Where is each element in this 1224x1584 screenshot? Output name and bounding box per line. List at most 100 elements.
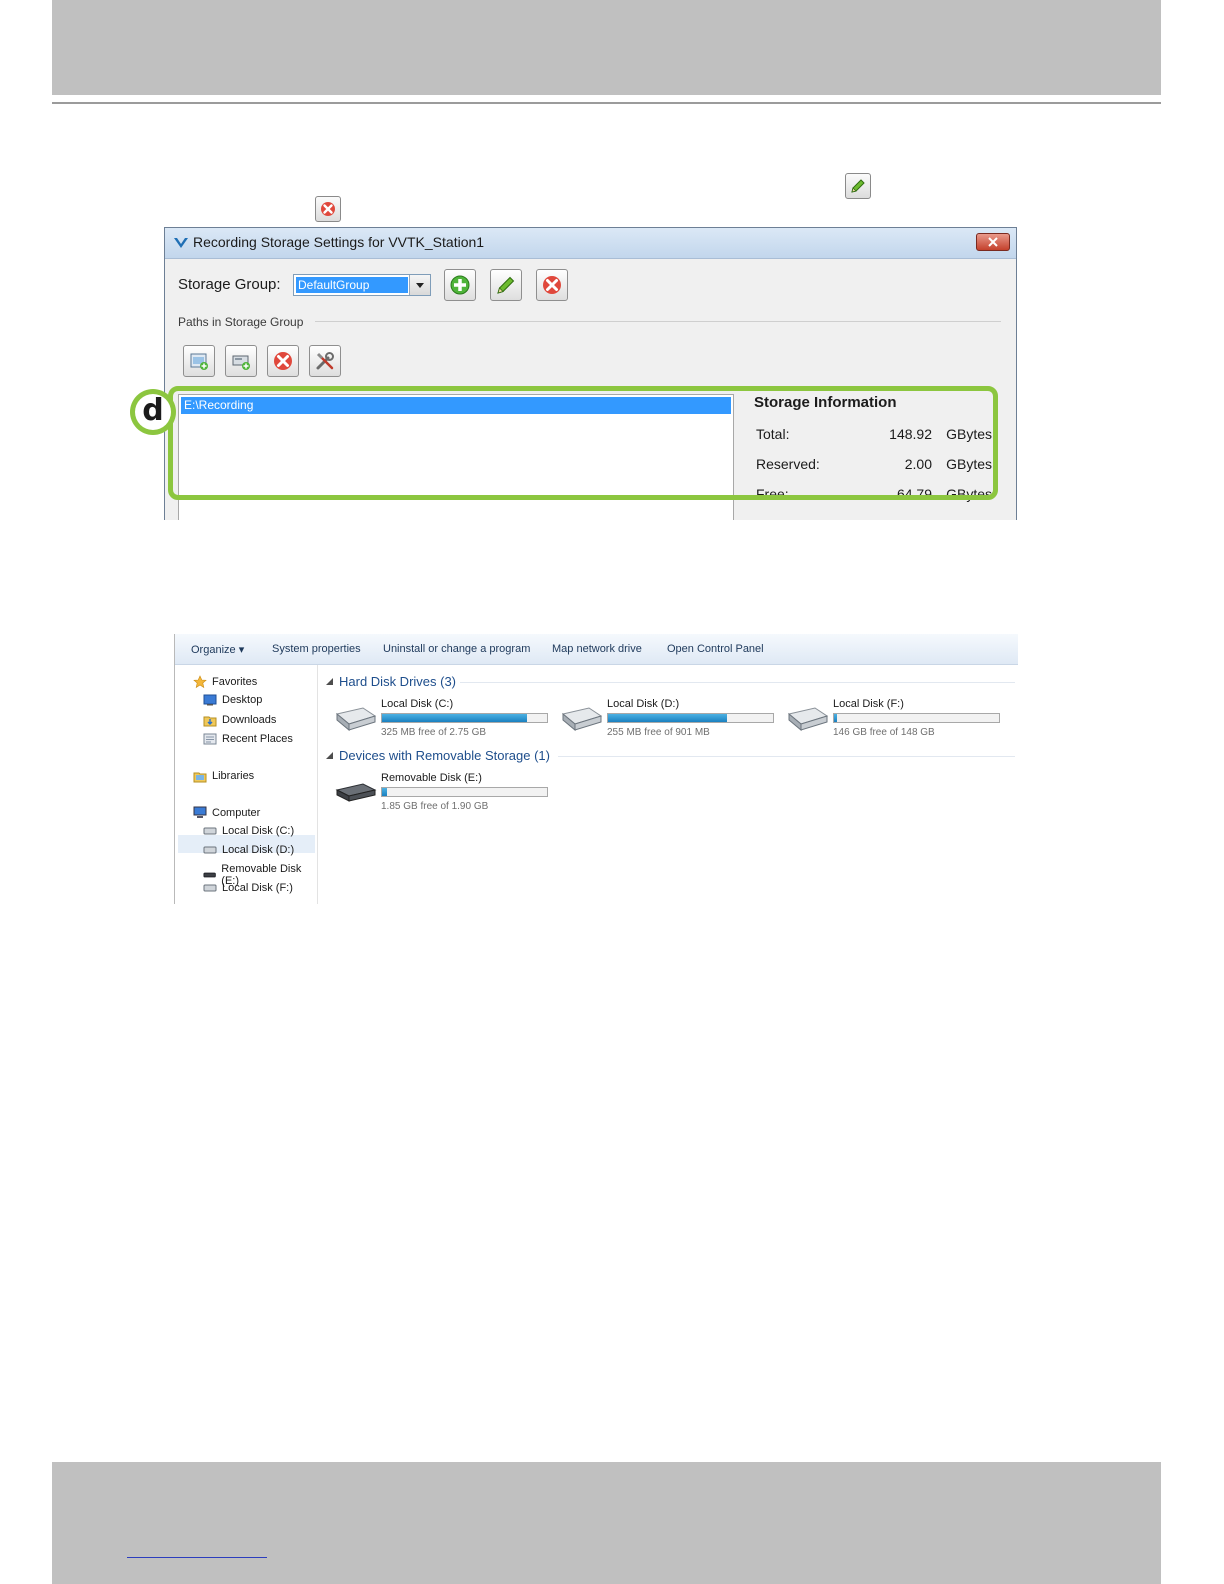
hard-drive-icon (561, 707, 603, 732)
footer-band (52, 1462, 1161, 1584)
nav-label: Desktop (222, 694, 263, 706)
edit-icon (497, 276, 515, 294)
drive-usage-fill (834, 714, 838, 722)
libraries-icon (193, 772, 207, 783)
drive-name: Local Disk (C:) (381, 698, 454, 710)
section-divider (558, 756, 1015, 757)
nav-label: Libraries (212, 770, 255, 782)
hard-drive-icon (203, 884, 217, 892)
nav-drive-f[interactable]: Local Disk (F:) (203, 882, 293, 894)
highlight-frame (168, 386, 998, 500)
header-band (52, 0, 1161, 95)
section-divider (460, 682, 1015, 683)
drive-tile-c[interactable]: Local Disk (C:) 325 MB free of 2.75 GB (333, 698, 553, 738)
navigation-pane: Favorites Desktop Downloads Recent Place… (175, 665, 318, 904)
drive-free-text: 325 MB free of 2.75 GB (381, 727, 487, 738)
organize-button[interactable]: Organize ▾ (191, 643, 244, 656)
header-rule (52, 102, 1161, 104)
footer-link-underline (127, 1557, 267, 1558)
drive-tile-e[interactable]: Removable Disk (E:) 1.85 GB free of 1.90… (333, 772, 553, 812)
delete-group-button[interactable] (536, 269, 568, 301)
tools-icon (316, 352, 334, 370)
edit-icon (845, 173, 871, 199)
add-drive-icon (232, 355, 250, 370)
delete-icon (274, 352, 292, 370)
add-group-button[interactable] (444, 269, 476, 301)
nav-recent-places[interactable]: Recent Places (203, 732, 293, 746)
path-settings-button[interactable] (309, 345, 341, 377)
close-button[interactable] (976, 233, 1010, 251)
storage-group-select[interactable]: DefaultGroup (293, 274, 431, 296)
storage-group-value: DefaultGroup (296, 277, 408, 293)
delete-icon (315, 196, 341, 222)
drive-usage-bar (607, 713, 774, 723)
drive-usage-fill (382, 788, 387, 796)
drive-usage-fill (382, 714, 528, 722)
drive-name: Local Disk (F:) (833, 698, 904, 710)
removable-section-header[interactable]: Devices with Removable Storage (1) (326, 748, 550, 763)
dialog-title: Recording Storage Settings for VVTK_Stat… (193, 234, 485, 250)
nav-label: Favorites (212, 676, 258, 688)
drive-free-text: 1.85 GB free of 1.90 GB (381, 801, 489, 812)
add-icon (450, 275, 470, 295)
removable-drive-icon (203, 872, 216, 878)
nav-label: Downloads (222, 714, 277, 726)
section-title: Hard Disk Drives (3) (339, 674, 457, 689)
nav-label: Recent Places (222, 733, 293, 745)
desktop-icon (203, 694, 217, 706)
hard-drive-icon (203, 846, 217, 854)
nav-drive-d[interactable]: Local Disk (D:) (203, 844, 294, 856)
close-icon (988, 237, 998, 247)
edit-group-button[interactable] (490, 269, 522, 301)
open-control-panel-button[interactable]: Open Control Panel (667, 643, 764, 655)
computer-icon (193, 806, 207, 818)
nav-libraries[interactable]: Libraries (193, 769, 254, 783)
dialog-titlebar: Recording Storage Settings for VVTK_Stat… (165, 228, 1016, 259)
drive-usage-bar (381, 713, 548, 723)
drive-usage-bar (833, 713, 1000, 723)
system-properties-button[interactable]: System properties (272, 643, 361, 655)
drive-free-text: 255 MB free of 901 MB (607, 727, 710, 738)
add-path-button[interactable] (183, 345, 215, 377)
drive-name: Removable Disk (E:) (381, 772, 482, 784)
recent-places-icon (203, 733, 217, 745)
add-folder-icon (190, 353, 208, 370)
callout-label: d (142, 392, 164, 428)
nav-computer[interactable]: Computer (193, 806, 260, 819)
storage-group-label: Storage Group: (178, 276, 281, 293)
app-logo-icon (173, 235, 189, 255)
drive-usage-bar (381, 787, 548, 797)
explorer-command-bar: Organize ▾ System properties Uninstall o… (175, 634, 1018, 665)
nav-favorites[interactable]: Favorites (193, 675, 257, 689)
drive-tile-d[interactable]: Local Disk (D:) 255 MB free of 901 MB (559, 698, 779, 738)
nav-downloads[interactable]: Downloads (203, 713, 276, 727)
drive-name: Local Disk (D:) (607, 698, 680, 710)
hard-drive-icon (335, 707, 377, 732)
nav-label: Local Disk (F:) (222, 882, 293, 894)
downloads-icon (203, 716, 217, 727)
drive-tile-f[interactable]: Local Disk (F:) 146 GB free of 148 GB (785, 698, 1005, 738)
explorer-window: Organize ▾ System properties Uninstall o… (174, 634, 1018, 904)
hard-drive-icon (787, 707, 829, 732)
star-icon (193, 675, 207, 689)
map-network-drive-button[interactable]: Map network drive (552, 643, 642, 655)
nav-label: Local Disk (C:) (222, 825, 295, 837)
uninstall-program-button[interactable]: Uninstall or change a program (383, 643, 530, 655)
removable-drive-icon (335, 783, 377, 802)
remove-path-button[interactable] (267, 345, 299, 377)
nav-label: Local Disk (D:) (222, 844, 295, 856)
hard-disk-section-header[interactable]: Hard Disk Drives (3) (326, 674, 456, 689)
collapse-triangle-icon (326, 752, 333, 759)
nav-desktop[interactable]: Desktop (203, 694, 262, 706)
section-title: Devices with Removable Storage (1) (339, 748, 550, 763)
nav-drive-c[interactable]: Local Disk (C:) (203, 825, 294, 837)
dropdown-arrow-icon[interactable] (409, 275, 430, 295)
add-network-path-button[interactable] (225, 345, 257, 377)
hard-drive-icon (203, 827, 217, 835)
collapse-triangle-icon (326, 678, 333, 685)
paths-group-label: Paths in Storage Group (178, 315, 304, 329)
paths-group-divider (315, 321, 1001, 322)
delete-icon (543, 276, 561, 294)
callout-badge: d (130, 389, 176, 435)
nav-label: Computer (212, 806, 261, 819)
